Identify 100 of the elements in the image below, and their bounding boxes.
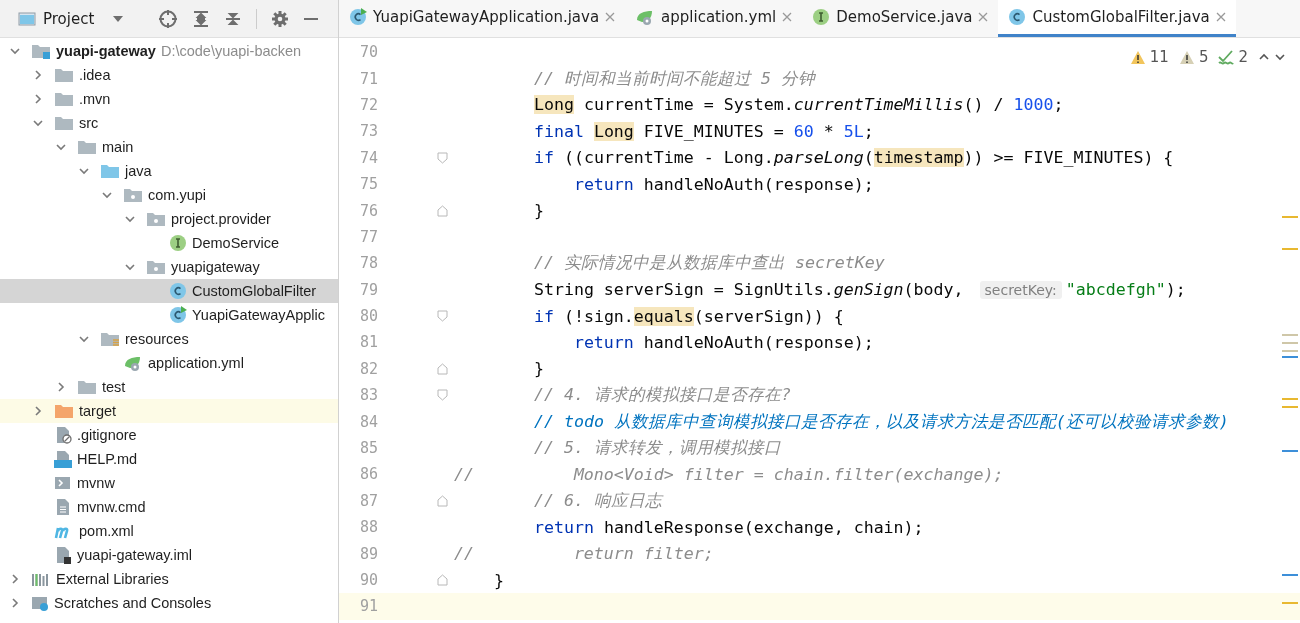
- folder-icon: [54, 115, 74, 131]
- line-number: 90: [358, 570, 380, 590]
- panel-title[interactable]: Project: [43, 9, 95, 28]
- code-line: // 6. 响应日志: [532, 489, 662, 512]
- code-line: // Mono<Void> filter = chain.filter(exchange);: [454, 464, 1004, 484]
- editor-tab[interactable]: application.yml: [625, 0, 803, 37]
- chevron-down-icon[interactable]: [32, 117, 44, 129]
- chevron-down-icon[interactable]: [78, 165, 90, 177]
- warning-icon[interactable]: [1129, 49, 1146, 65]
- chevron-right-icon[interactable]: [55, 381, 67, 393]
- project-window-icon: [18, 10, 36, 27]
- tree-item-label[interactable]: pom.xml: [79, 523, 134, 539]
- tree-item-label[interactable]: project.provider: [171, 211, 271, 227]
- code-line: // 5. 请求转发，调用模拟接口: [532, 437, 781, 460]
- fold-marker-icon[interactable]: [437, 389, 448, 402]
- line-number: 71: [358, 68, 380, 89]
- tree-item-label[interactable]: target: [79, 403, 117, 419]
- chevron-right-icon[interactable]: [32, 69, 44, 81]
- terminal-icon: [54, 475, 72, 491]
- close-icon[interactable]: [978, 12, 989, 22]
- fold-marker-icon[interactable]: [437, 204, 448, 217]
- folder-icon: [100, 163, 120, 179]
- interface-icon: [169, 234, 187, 252]
- chevron-down-icon[interactable]: [124, 213, 136, 225]
- dropdown-caret-icon[interactable]: [112, 14, 125, 23]
- chevron-down-icon[interactable]: [78, 333, 90, 345]
- chevron-right-icon[interactable]: [32, 93, 44, 105]
- tree-item-label[interactable]: mvnw.cmd: [77, 499, 146, 515]
- tree-item-label[interactable]: src: [79, 115, 99, 131]
- locate-icon[interactable]: [158, 8, 179, 29]
- line-number: 80: [358, 306, 380, 327]
- chevron-down-icon[interactable]: [124, 261, 136, 273]
- tree-item-label[interactable]: resources: [125, 331, 189, 347]
- tree-item-label[interactable]: test: [102, 379, 126, 395]
- editor-tab[interactable]: YuapiGatewayApplication.java: [339, 0, 626, 37]
- chevron-down-icon[interactable]: [9, 45, 21, 57]
- line-number: 75: [358, 174, 380, 195]
- line-number: 73: [358, 121, 380, 142]
- tree-item-label[interactable]: com.yupi: [148, 187, 207, 203]
- code-line: String serverSign = SignUtils.genSign(body, secretKey: "abcdefgh");: [532, 280, 1186, 300]
- line-number: 77: [358, 226, 380, 247]
- chevron-down-icon[interactable]: [101, 189, 113, 201]
- inspection-count[interactable]: 11: [1149, 48, 1169, 66]
- tree-item-label[interactable]: java: [125, 163, 152, 179]
- chevron-down-icon[interactable]: [1274, 51, 1286, 63]
- tree-item-label[interactable]: Scratches and Consoles: [54, 595, 212, 611]
- close-icon[interactable]: [782, 12, 793, 22]
- folder-icon: [100, 331, 120, 347]
- settings-icon[interactable]: [271, 9, 290, 28]
- tree-item-label[interactable]: application.yml: [148, 355, 244, 371]
- editor-tab[interactable]: DemoService.java: [802, 0, 999, 37]
- code-line: // 时间和当前时间不能超过 5 分钟: [532, 67, 815, 90]
- tree-item-label[interactable]: External Libraries: [56, 571, 169, 587]
- line-number: 91: [358, 596, 380, 617]
- tree-item-label[interactable]: HELP.md: [77, 451, 138, 467]
- expand-all-icon[interactable]: [192, 9, 211, 28]
- editor-tab[interactable]: CustomGlobalFilter.java: [998, 0, 1236, 37]
- code-line: // return filter;: [454, 544, 714, 564]
- line-number: 88: [358, 517, 380, 538]
- code-line: // todo 从数据库中查询模拟接口是否存在，以及请求方法是否匹配(还可以校验请求参数): [532, 410, 1229, 433]
- chevron-right-icon[interactable]: [9, 573, 21, 585]
- chevron-right-icon[interactable]: [32, 405, 44, 417]
- code-line: final Long FIVE_MINUTES = 60 * 5L;: [532, 121, 874, 141]
- scratches-icon: [31, 595, 49, 611]
- tree-item-label[interactable]: yuapi-gateway.iml: [77, 547, 192, 563]
- code-line: // 实际情况中是从数据库中查出 secretKey: [532, 252, 885, 275]
- chevron-right-icon[interactable]: [9, 597, 21, 609]
- fold-marker-icon[interactable]: [437, 310, 448, 323]
- line-number: 83: [358, 385, 380, 406]
- tree-item-label[interactable]: DemoService: [192, 235, 280, 251]
- warning-icon[interactable]: [1178, 49, 1195, 65]
- fold-marker-icon[interactable]: [437, 362, 448, 375]
- line-number: 79: [358, 279, 380, 300]
- inspection-count[interactable]: 5: [1198, 48, 1209, 66]
- check-icon[interactable]: [1218, 49, 1235, 65]
- tree-item-label[interactable]: .idea: [79, 67, 111, 83]
- tree-item-label[interactable]: .mvn: [79, 91, 111, 107]
- close-icon[interactable]: [1215, 12, 1226, 22]
- folder-icon: [123, 187, 143, 203]
- close-icon[interactable]: [605, 12, 616, 22]
- fold-marker-icon[interactable]: [437, 151, 448, 164]
- tree-item-label[interactable]: mvnw: [77, 475, 115, 491]
- folder-icon: [54, 67, 74, 83]
- tree-item-label[interactable]: yuapigateway: [171, 259, 260, 275]
- fold-marker-icon[interactable]: [437, 574, 448, 586]
- fold-marker-icon[interactable]: [437, 494, 448, 507]
- project-path: D:\code\yuapi-backen: [160, 43, 302, 59]
- file-icon: [54, 498, 72, 516]
- file-icon: [54, 546, 72, 564]
- folder-icon: [77, 139, 97, 155]
- line-number: 85: [358, 438, 380, 459]
- tree-item-label[interactable]: .gitignore: [77, 427, 137, 443]
- chevron-down-icon[interactable]: [55, 141, 67, 153]
- code-line: }: [532, 359, 544, 379]
- tree-item-label[interactable]: YuapiGatewayApplic: [192, 307, 325, 323]
- tree-item-label[interactable]: yuapi-gateway: [56, 43, 156, 59]
- tree-item-label[interactable]: main: [102, 139, 134, 155]
- line-number: 70: [358, 42, 380, 63]
- folder-icon: [54, 91, 74, 107]
- inspection-count[interactable]: 2: [1238, 48, 1248, 66]
